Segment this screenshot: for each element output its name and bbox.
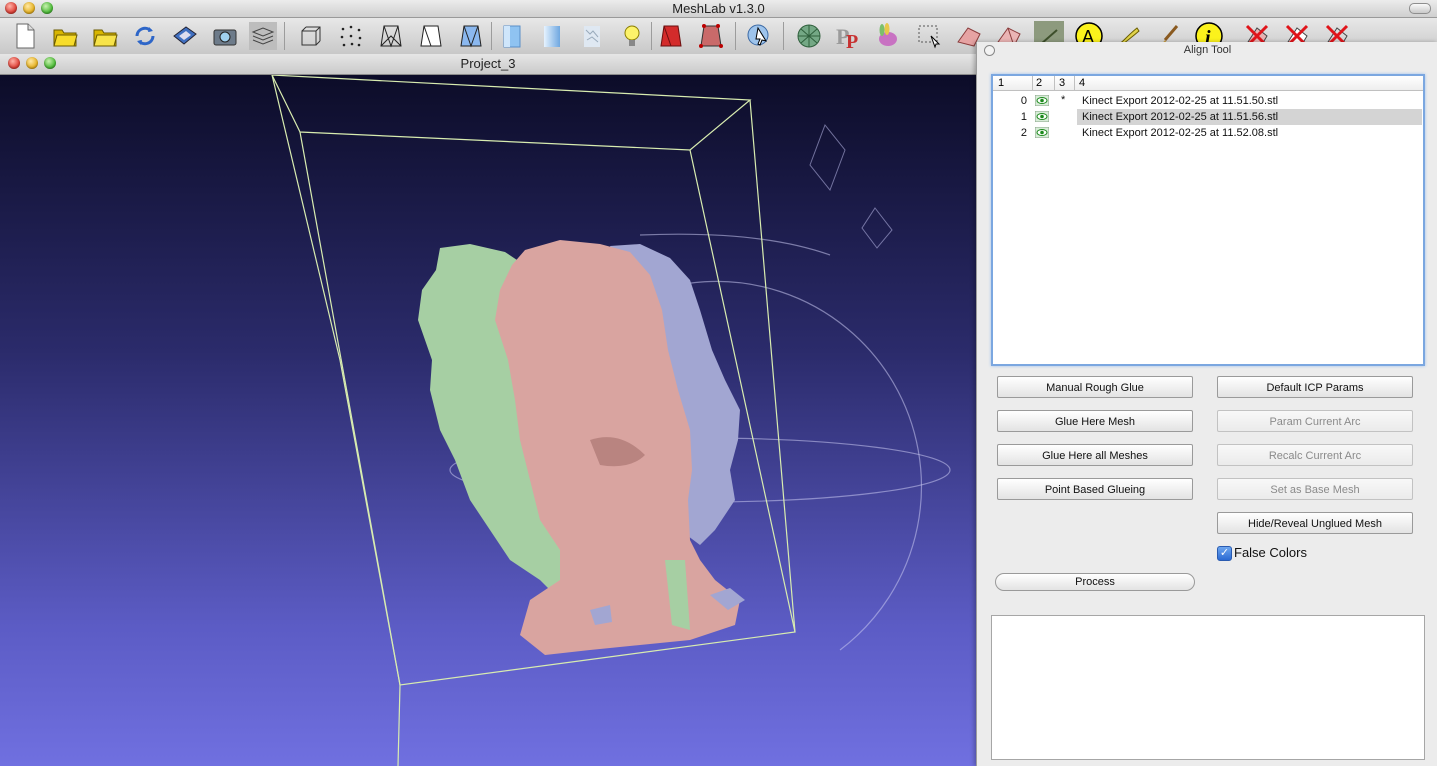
toolbar-separator [783,22,784,50]
globe-icon[interactable] [794,21,824,51]
default-icp-params-button[interactable]: Default ICP Params [1217,376,1413,398]
param-current-arc-button[interactable]: Param Current Arc [1217,410,1413,432]
toolbar-separator [735,22,736,50]
recalc-current-arc-button[interactable]: Recalc Current Arc [1217,444,1413,466]
vertex-select-icon[interactable] [696,21,726,51]
mesh-index: 2 [1020,127,1027,139]
reload-icon[interactable] [130,21,160,51]
eye-visible-icon[interactable] [1034,126,1050,139]
log-area[interactable] [991,615,1425,760]
false-colors-label[interactable]: False Colors [1234,545,1307,560]
document-title: Project_3 [460,56,516,71]
table-row[interactable]: 2 Kinect Export 2012-02-25 at 11.52.08.s… [993,125,1423,141]
table-row[interactable]: 0 * Kinect Export 2012-02-25 at 11.51.50… [993,93,1423,109]
light-direction-gizmo-small [861,207,893,249]
app-titlebar: MeshLab v1.3.0 [0,0,1437,18]
toolbar-separator [491,22,492,50]
mesh-filename: Kinect Export 2012-02-25 at 11.52.08.stl [1082,127,1279,139]
document-titlebar: Project_3 [0,54,976,75]
bunny-icon[interactable] [872,21,902,51]
color-mesh-icon[interactable] [656,21,686,51]
base-mesh-marker: * [1061,94,1066,106]
layers-icon[interactable] [248,21,278,51]
info-pick-icon[interactable] [744,21,774,51]
svg-text:P: P [846,31,858,50]
hide-reveal-unglued-mesh-button[interactable]: Hide/Reveal Unglued Mesh [1217,512,1413,534]
eye-visible-icon[interactable] [1034,94,1050,107]
mesh-filename: Kinect Export 2012-02-25 at 11.51.50.stl [1082,95,1279,107]
snapshot-icon[interactable] [210,21,240,51]
scene-canvas [271,75,951,766]
pp-icon[interactable]: PP [834,21,864,51]
align-tool-panel: Align Tool 1 2 3 4 0 * Kinect Export 201… [976,42,1437,766]
bbox-icon[interactable] [296,21,326,51]
manual-rough-glue-button[interactable]: Manual Rough Glue [997,376,1193,398]
app-title: MeshLab v1.3.0 [672,1,765,16]
column-header-1[interactable]: 1 [998,77,1004,89]
column-header-4[interactable]: 4 [1079,77,1085,89]
smooth-shading-icon[interactable] [537,21,567,51]
close-panel-button[interactable] [984,45,995,56]
flat-shading-icon[interactable] [497,21,527,51]
glue-here-mesh-button[interactable]: Glue Here Mesh [997,410,1193,432]
toolbar-separator [284,22,285,50]
3d-viewport[interactable] [0,75,976,766]
texture-icon[interactable] [577,21,607,51]
set-as-base-mesh-button[interactable]: Set as Base Mesh [1217,478,1413,500]
column-header-3[interactable]: 3 [1059,77,1065,89]
light-bulb-icon[interactable] [617,21,647,51]
toolbar-toggle-button[interactable] [1409,3,1431,14]
align-tool-header: Align Tool [977,42,1437,58]
points-icon[interactable] [336,21,366,51]
light-direction-gizmo [809,124,846,191]
point-based-glueing-button[interactable]: Point Based Glueing [997,478,1193,500]
toolbar-separator [651,22,652,50]
flat-lines-icon[interactable] [456,21,486,51]
trackball-ring-arc [639,233,831,256]
save-icon[interactable] [170,21,200,51]
open-folder-icon[interactable] [90,21,120,51]
new-document-icon[interactable] [10,21,40,51]
open-layers-icon[interactable] [50,21,80,51]
mesh-index: 0 [1020,95,1027,107]
glue-here-all-meshes-button[interactable]: Glue Here all Meshes [997,444,1193,466]
mesh-index: 1 [1020,111,1027,123]
eye-visible-icon[interactable] [1034,110,1050,123]
column-header-2[interactable]: 2 [1036,77,1042,89]
false-colors-checkbox[interactable]: ✓ [1217,546,1232,561]
select-region-icon[interactable] [914,21,944,51]
table-row[interactable]: 1 Kinect Export 2012-02-25 at 11.51.56.s… [993,109,1423,125]
mesh-tree[interactable]: 1 2 3 4 0 * Kinect Export 2012-02-25 at … [991,74,1425,366]
process-button[interactable]: Process [995,573,1195,591]
mesh-filename: Kinect Export 2012-02-25 at 11.51.56.stl [1077,109,1422,125]
hidden-lines-icon[interactable] [416,21,446,51]
align-tool-title: Align Tool [1183,44,1232,56]
tree-header: 1 2 3 4 [993,76,1423,91]
wireframe-icon[interactable] [376,21,406,51]
